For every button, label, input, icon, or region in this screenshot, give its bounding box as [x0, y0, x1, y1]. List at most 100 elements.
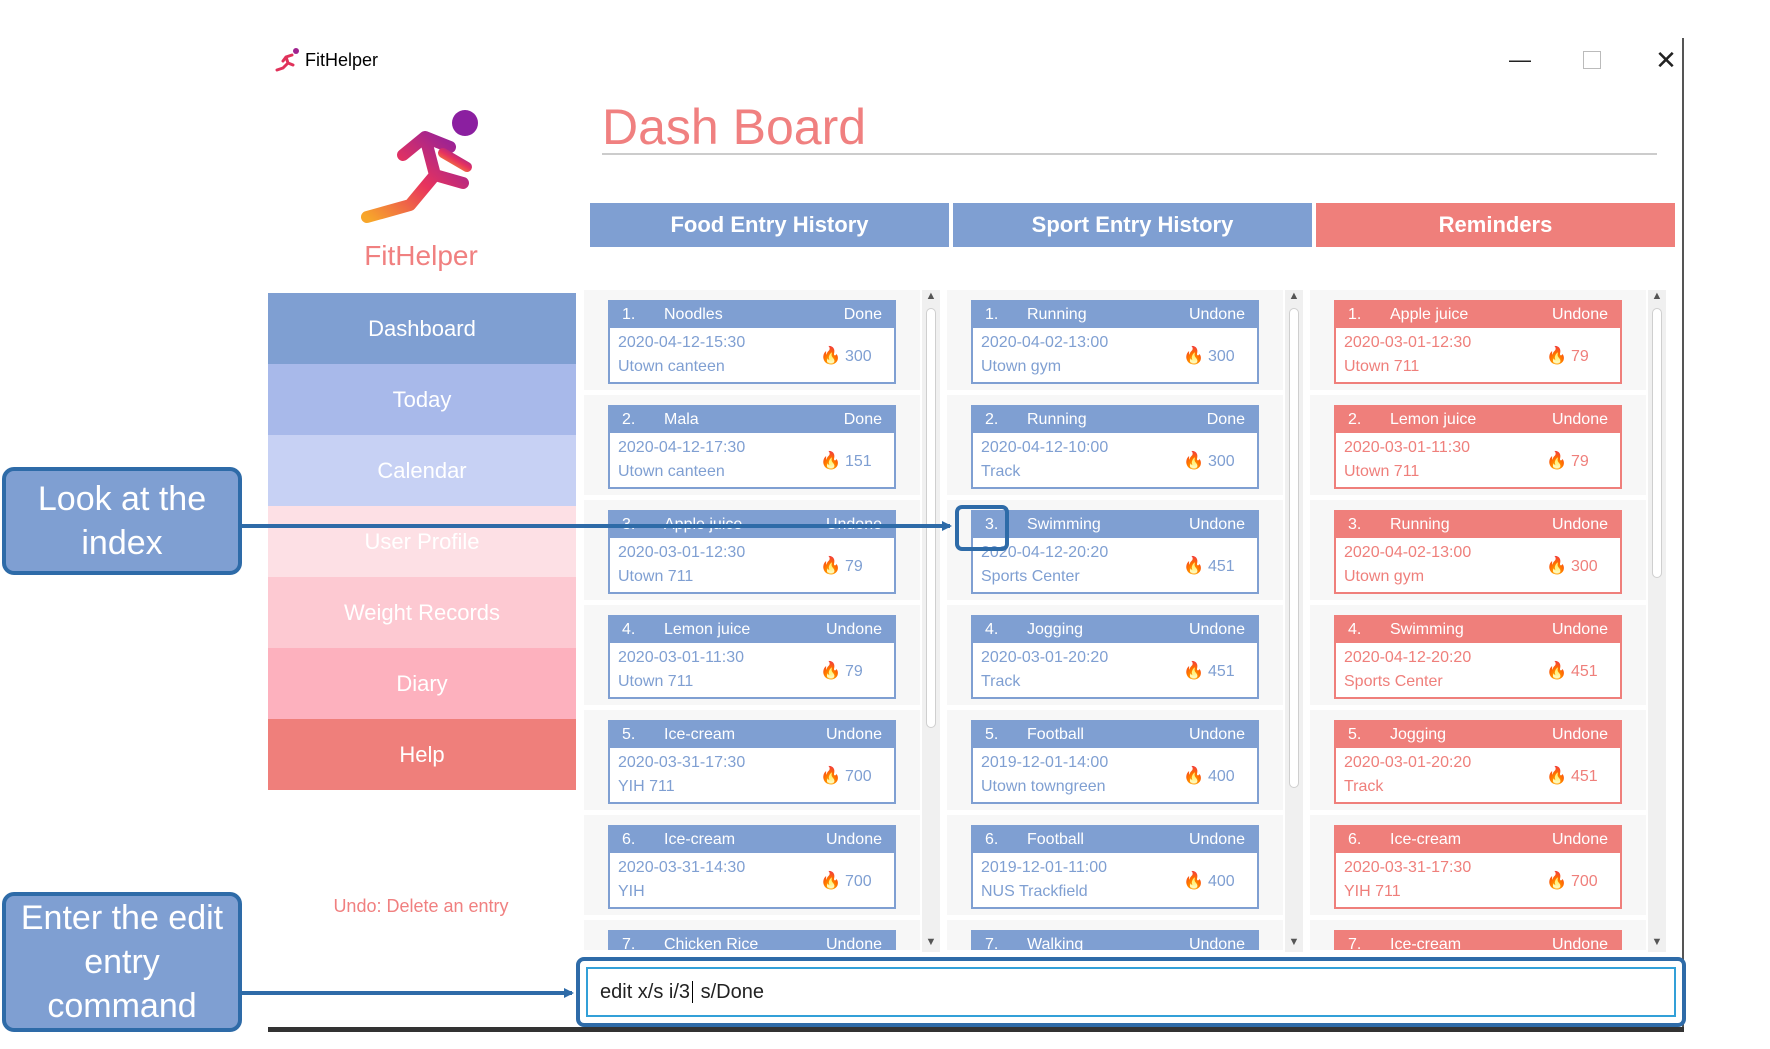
food-list-scrollbar[interactable]: ▲ ▼ [922, 290, 940, 952]
entry-name: Swimming [1027, 516, 1101, 533]
title-underline [602, 153, 1657, 155]
entry-card[interactable]: 2. Running Done 2020-04-12-10:00 Track 🔥 300 [971, 405, 1259, 489]
command-callout: Enter the edit entry command [2, 892, 242, 1032]
scroll-up-icon[interactable]: ▲ [1285, 290, 1303, 302]
entry-name: Running [1390, 516, 1450, 533]
entry-card[interactable]: 1. Running Undone 2020-04-02-13:00 Utown gym… [971, 300, 1259, 384]
entry-card[interactable]: 7. Walking Undone [971, 930, 1259, 950]
calorie-fire-icon: 🔥 [1546, 871, 1568, 890]
calorie-fire-icon: 🔥 [1183, 661, 1205, 680]
scroll-thumb[interactable] [1652, 308, 1662, 578]
entry-card-header: 5. Jogging Undone [1336, 722, 1620, 748]
minimize-icon: — [1509, 47, 1531, 72]
entry-time: 2020-03-31-14:30 [618, 859, 746, 876]
entry-index: 4. [622, 621, 636, 638]
entry-location: YIH 711 [1344, 883, 1401, 900]
close-button[interactable]: ✕ [1646, 44, 1686, 76]
entry-status: Undone [825, 621, 882, 638]
entry-calories: 400 [1208, 768, 1235, 785]
entry-card-header: 5. Ice-cream Undone [610, 722, 894, 748]
nav-user-profile[interactable]: User Profile [268, 506, 576, 577]
entry-calories: 451 [1571, 768, 1598, 785]
entry-location: Utown 711 [1344, 463, 1420, 480]
nav-weight-records[interactable]: Weight Records [268, 577, 576, 648]
entry-location: Utown 711 [618, 568, 694, 585]
entry-card[interactable]: 7. Chicken Rice Undone [608, 930, 896, 950]
entry-name: Running [1027, 306, 1087, 323]
entry-calories: 79 [1571, 348, 1589, 365]
entry-time: 2020-03-01-20:20 [981, 649, 1109, 666]
reminder-list[interactable]: 1. Apple juice Undone 2020-03-01-12:30 Utown… [1310, 290, 1660, 950]
entry-card[interactable]: 5. Ice-cream Undone 2020-03-31-17:30 YIH 711… [608, 720, 896, 804]
entry-card[interactable]: 4. Jogging Undone 2020-03-01-20:20 Track 🔥 451 [971, 615, 1259, 699]
nav-dashboard[interactable]: Dashboard [268, 293, 576, 364]
entry-card[interactable]: 4. Swimming Undone 2020-04-12-20:20 Sports C… [1334, 615, 1622, 699]
nav-today[interactable]: Today [268, 364, 576, 435]
entry-card[interactable]: 3. Swimming Undone 2020-04-12-20:20 Sports C… [971, 510, 1259, 594]
entry-card[interactable]: 6. Ice-cream Undone 2020-03-31-14:30 YIH 🔥 700 [608, 825, 896, 909]
entry-card[interactable]: 5. Football Undone 2019-12-01-14:00 Utown to… [971, 720, 1259, 804]
entry-status: Undone [1551, 621, 1608, 638]
maximize-button[interactable] [1572, 44, 1612, 76]
reminder-list-scrollbar[interactable]: ▲ ▼ [1648, 290, 1666, 952]
entry-name: Football [1027, 831, 1084, 848]
calorie-fire-icon: 🔥 [1183, 451, 1205, 470]
entry-index: 5. [622, 726, 636, 743]
entry-time: 2020-03-01-12:30 [1344, 334, 1472, 351]
scroll-up-icon[interactable]: ▲ [1648, 290, 1666, 302]
entry-calories: 451 [1208, 663, 1235, 680]
entry-card[interactable]: 3. Apple juice Undone 2020-03-01-12:30 Utown… [608, 510, 896, 594]
scroll-thumb[interactable] [1289, 308, 1299, 788]
entry-location: NUS Trackfield [981, 883, 1088, 900]
entry-card-header: 3. Running Undone [1336, 512, 1620, 538]
entry-time: 2019-12-01-14:00 [981, 754, 1109, 771]
entry-name: Lemon juice [1390, 411, 1477, 428]
entry-status: Undone [1188, 831, 1245, 848]
entry-status: Undone [825, 936, 882, 950]
entry-index: 7. [1348, 936, 1362, 950]
sport-list[interactable]: 1. Running Undone 2020-04-02-13:00 Utown gym… [947, 290, 1297, 950]
entry-time: 2020-03-01-12:30 [618, 544, 746, 561]
sport-list-scrollbar[interactable]: ▲ ▼ [1285, 290, 1303, 952]
entry-index: 7. [985, 936, 999, 950]
entry-card[interactable]: 4. Lemon juice Undone 2020-03-01-11:30 Utown… [608, 615, 896, 699]
scroll-down-icon[interactable]: ▼ [1285, 936, 1303, 948]
entry-card[interactable]: 2. Mala Done 2020-04-12-17:30 Utown canteen 🔥… [608, 405, 896, 489]
minimize-button[interactable]: — [1500, 44, 1540, 76]
entry-index: 5. [985, 726, 999, 743]
entry-calories: 300 [1208, 453, 1235, 470]
nav-diary[interactable]: Diary [268, 648, 576, 719]
entry-card[interactable]: 6. Football Undone 2019-12-01-11:00 NUS Trac… [971, 825, 1259, 909]
nav-help[interactable]: Help [268, 719, 576, 790]
entry-card[interactable]: 7. Ice-cream Undone [1334, 930, 1622, 950]
entry-name: Running [1027, 411, 1087, 428]
entry-card[interactable]: 1. Apple juice Undone 2020-03-01-12:30 Utown… [1334, 300, 1622, 384]
scroll-down-icon[interactable]: ▼ [922, 936, 940, 948]
entry-card[interactable]: 3. Running Undone 2020-04-02-13:00 Utown gym… [1334, 510, 1622, 594]
entry-card[interactable]: 6. Ice-cream Undone 2020-03-31-17:30 YIH 711… [1334, 825, 1622, 909]
scroll-down-icon[interactable]: ▼ [1648, 936, 1666, 948]
app-runner-icon [275, 48, 299, 72]
scroll-thumb[interactable] [926, 308, 936, 728]
entry-card[interactable]: 5. Jogging Undone 2020-03-01-20:20 Track 🔥 451 [1334, 720, 1622, 804]
entry-calories: 300 [1208, 348, 1235, 365]
entry-index: 3. [1348, 516, 1362, 533]
command-input[interactable]: edit x/s i/3 s/Done [586, 967, 1676, 1017]
entry-name: Ice-cream [1390, 831, 1462, 848]
entry-location: Track [981, 463, 1021, 480]
result-status: Undo: Delete an entry [333, 896, 509, 916]
nav-calendar[interactable]: Calendar [268, 435, 576, 506]
entry-index: 4. [1348, 621, 1362, 638]
food-list[interactable]: 1. Noodles Done 2020-04-12-15:30 Utown cante… [584, 290, 934, 950]
entry-location: Utown towngreen [981, 778, 1106, 795]
entry-index: 1. [622, 306, 636, 323]
entry-index: 2. [622, 411, 636, 428]
entry-calories: 451 [1571, 663, 1598, 680]
scroll-up-icon[interactable]: ▲ [922, 290, 940, 302]
entry-card[interactable]: 1. Noodles Done 2020-04-12-15:30 Utown cante… [608, 300, 896, 384]
entry-index: 1. [1348, 306, 1362, 323]
entry-name: Ice-cream [1390, 936, 1462, 950]
entry-card-header: 7. Ice-cream Undone [1336, 932, 1620, 950]
entry-card[interactable]: 2. Lemon juice Undone 2020-03-01-11:30 Utown… [1334, 405, 1622, 489]
calorie-fire-icon: 🔥 [820, 766, 842, 785]
